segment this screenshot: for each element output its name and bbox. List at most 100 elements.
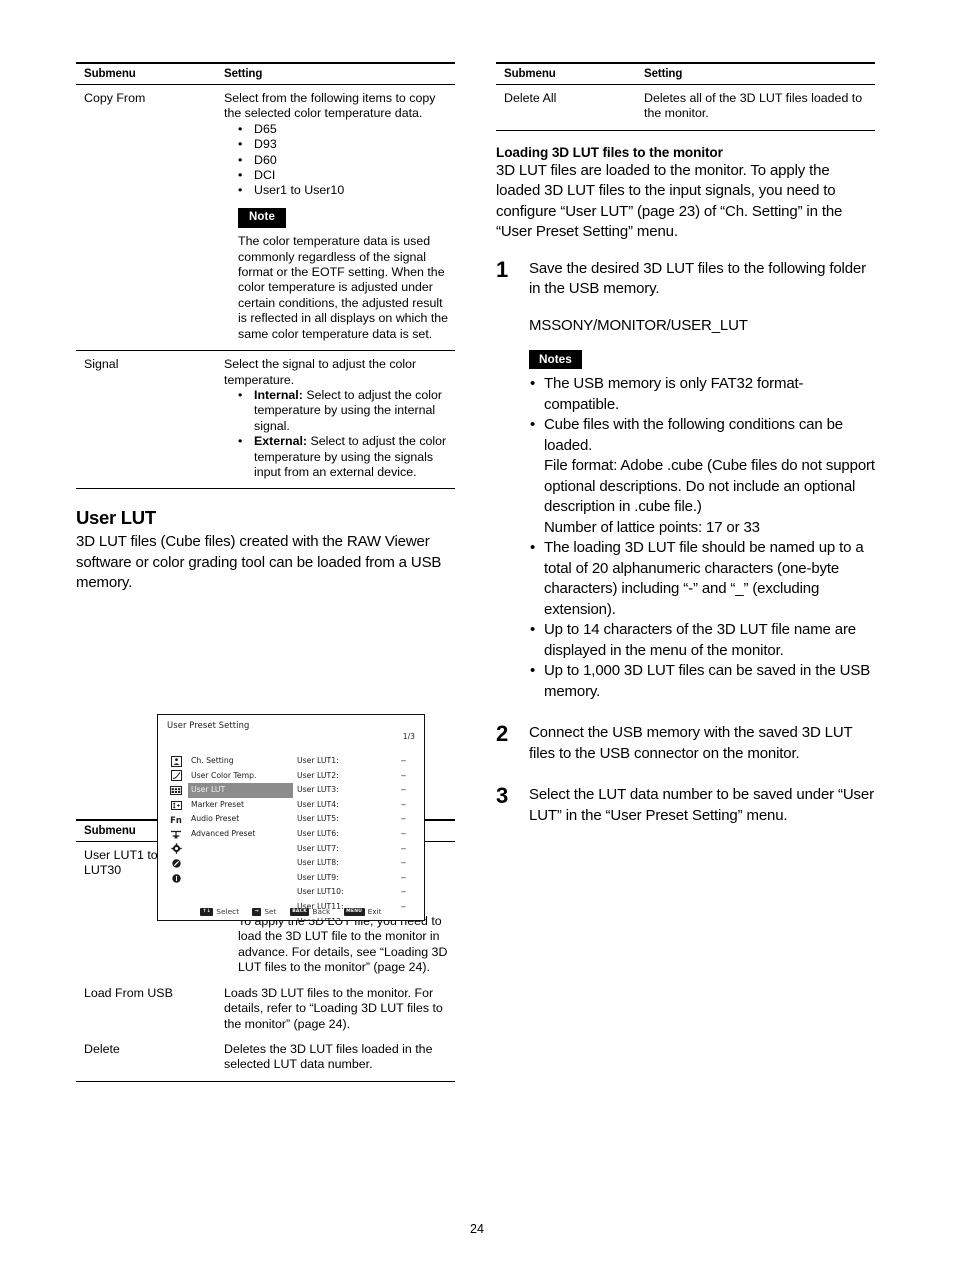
note-text: To apply the 3D LUT file, you need to lo… (238, 914, 448, 975)
osd-footer-set[interactable]: → Set (252, 906, 277, 916)
osd-lut-list-1: User LUT1: -- User LUT2: -- User LUT3: -- U… (294, 754, 420, 920)
osd-footer-back[interactable]: BACK Back (289, 907, 330, 916)
cell-setting: Select the signal to adjust the color te… (216, 350, 455, 490)
list-item: External: Select to adjust the color tem… (238, 434, 449, 480)
gamma-curve-icon[interactable] (167, 769, 185, 784)
step-number: 3 (496, 783, 509, 809)
step-number: 2 (496, 721, 509, 747)
signal-options: Internal: Select to adjust the color tem… (224, 388, 449, 480)
column-header-submenu: Submenu (76, 63, 216, 85)
osd-lut-label: User LUT4: (297, 799, 339, 809)
user-lut-intro: 3D LUT files (Cube files) created with t… (76, 533, 442, 592)
step-number: 1 (496, 256, 509, 282)
gear-icon[interactable] (167, 842, 185, 857)
step-text: Connect the USB memory with the saved 3D… (529, 724, 853, 762)
osd-menu-item[interactable]: Audio Preset (188, 812, 293, 827)
osd-footer-1: ↑↓ Select → Set BACK Back MENU Exit (158, 906, 424, 916)
note-badge: Note (238, 207, 286, 229)
list-item: D65 (238, 122, 449, 138)
table-row: Delete Deletes the 3D LUT files loaded i… (76, 1039, 455, 1082)
osd-lut-value: -- (401, 843, 406, 853)
copy-from-bullets: D65 D93 D60 DCI User1 to User10 (224, 122, 449, 199)
updown-key-icon: ↑↓ (200, 908, 214, 916)
osd-lut-label: User LUT6: (297, 828, 339, 838)
osd-lut-value: -- (401, 756, 406, 765)
list-item: The USB memory is only FAT32 format-comp… (529, 374, 875, 415)
osd-lut-value: -- (401, 858, 406, 868)
column-header-setting: Setting (636, 63, 875, 85)
copy-from-intro: Select from the following items to copy … (224, 91, 436, 121)
step-2: 2 Connect the USB memory with the saved … (496, 721, 875, 764)
osd-menu-item[interactable]: Advanced Preset (188, 827, 293, 842)
osd-lut-value: -- (401, 828, 406, 838)
left-column: Submenu Setting Copy From Select from th… (76, 62, 455, 1082)
list-item: DCI (238, 168, 449, 184)
network-icon[interactable] (167, 827, 185, 842)
osd-lut-row[interactable]: User LUT10: -- (294, 885, 420, 900)
cell-submenu: Signal (76, 350, 216, 490)
table-row: Delete All Deletes all of the 3D LUT fil… (496, 84, 875, 131)
table-row: Copy From Select from the following item… (76, 84, 455, 352)
osd-lut-row[interactable]: User LUT4: -- (294, 798, 420, 813)
signal-intro: Select the signal to adjust the color te… (224, 357, 417, 387)
slash-circle-icon[interactable] (167, 856, 185, 871)
grid-icon[interactable] (167, 783, 185, 798)
table-row: Load From USB Loads 3D LUT files to the … (76, 984, 455, 1040)
list-item: User1 to User10 (238, 183, 449, 199)
color-temp-table: Submenu Setting Copy From Select from th… (76, 62, 455, 490)
marker-box-icon[interactable] (167, 798, 185, 813)
osd-footer-label: Exit (367, 906, 382, 916)
page-title: User LUT (76, 507, 156, 529)
osd-lut-row[interactable]: User LUT8: -- (294, 856, 420, 871)
osd-menu-screenshot-1: User Preset Setting 1/3 Fn Ch. Setting U… (157, 714, 425, 921)
info-icon[interactable] (167, 871, 185, 886)
list-item: Up to 14 characters of the 3D LUT file n… (529, 620, 875, 661)
option-label: Internal: (254, 387, 303, 402)
osd-menu-item[interactable]: Marker Preset (188, 798, 293, 813)
cell-submenu: Delete All (496, 84, 636, 131)
osd-lut-label: User LUT10: (297, 887, 344, 897)
osd-icon-rail: Fn (167, 754, 185, 885)
step-text: Select the LUT data number to be saved u… (529, 786, 874, 824)
osd-lut-row[interactable]: User LUT3: -- (294, 783, 420, 798)
cell-submenu: Delete (76, 1039, 216, 1082)
loading-lut-heading: Loading 3D LUT files to the monitor (496, 144, 723, 160)
osd-lut-row[interactable]: User LUT6: -- (294, 827, 420, 842)
right-column: Submenu Setting Delete All Deletes all o… (496, 62, 875, 826)
osd-lut-label: User LUT3: (297, 785, 339, 795)
cell-setting: Loads 3D LUT files to the monitor. For d… (224, 985, 443, 1031)
osd-lut-label: User LUT7: (297, 843, 339, 853)
table-header-row: Submenu Setting (496, 63, 875, 85)
step1-notes: The USB memory is only FAT32 format-comp… (529, 374, 875, 702)
osd-lut-row[interactable]: User LUT2: -- (294, 769, 420, 784)
list-item: Internal: Select to adjust the color tem… (238, 388, 449, 434)
osd-lut-value: -- (401, 887, 406, 897)
note-text: The color temperature data is used commo… (238, 234, 449, 341)
delete-all-table: Submenu Setting Delete All Deletes all o… (496, 62, 875, 131)
osd-lut-label: User LUT8: (297, 858, 339, 868)
osd-body: Fn Ch. Setting User Color Temp. User LUT… (158, 730, 424, 920)
step-3: 3 Select the LUT data number to be saved… (496, 783, 875, 826)
osd-menu-item-selected[interactable]: User LUT (188, 783, 293, 798)
loading-lut-body: 3D LUT files are loaded to the monitor. … (496, 161, 843, 241)
osd-menu-item[interactable]: User Color Temp. (188, 769, 293, 784)
osd-lut-row[interactable]: User LUT1: -- (294, 754, 420, 769)
osd-lut-label: User LUT5: (297, 814, 339, 824)
list-item: D93 (238, 137, 449, 153)
table-header-row: Submenu Setting (76, 63, 455, 85)
person-icon[interactable] (167, 754, 185, 769)
osd-lut-row[interactable]: User LUT7: -- (294, 842, 420, 857)
osd-lut-value: -- (401, 799, 406, 809)
osd-footer-select[interactable]: ↑↓ Select (200, 907, 239, 916)
osd-footer-exit[interactable]: MENU Exit (343, 906, 382, 916)
cell-submenu: Load From USB (84, 985, 173, 1000)
page-number: 24 (470, 1222, 484, 1236)
fn-icon[interactable]: Fn (167, 812, 185, 827)
osd-lut-value: -- (401, 872, 406, 882)
osd-menu-item[interactable]: Ch. Setting (188, 754, 293, 769)
osd-lut-value: -- (401, 814, 406, 824)
osd-footer-label: Set (264, 906, 277, 916)
step-text: Save the desired 3D LUT files to the fol… (529, 259, 866, 298)
osd-lut-row[interactable]: User LUT5: -- (294, 812, 420, 827)
osd-lut-row[interactable]: User LUT9: -- (294, 871, 420, 886)
